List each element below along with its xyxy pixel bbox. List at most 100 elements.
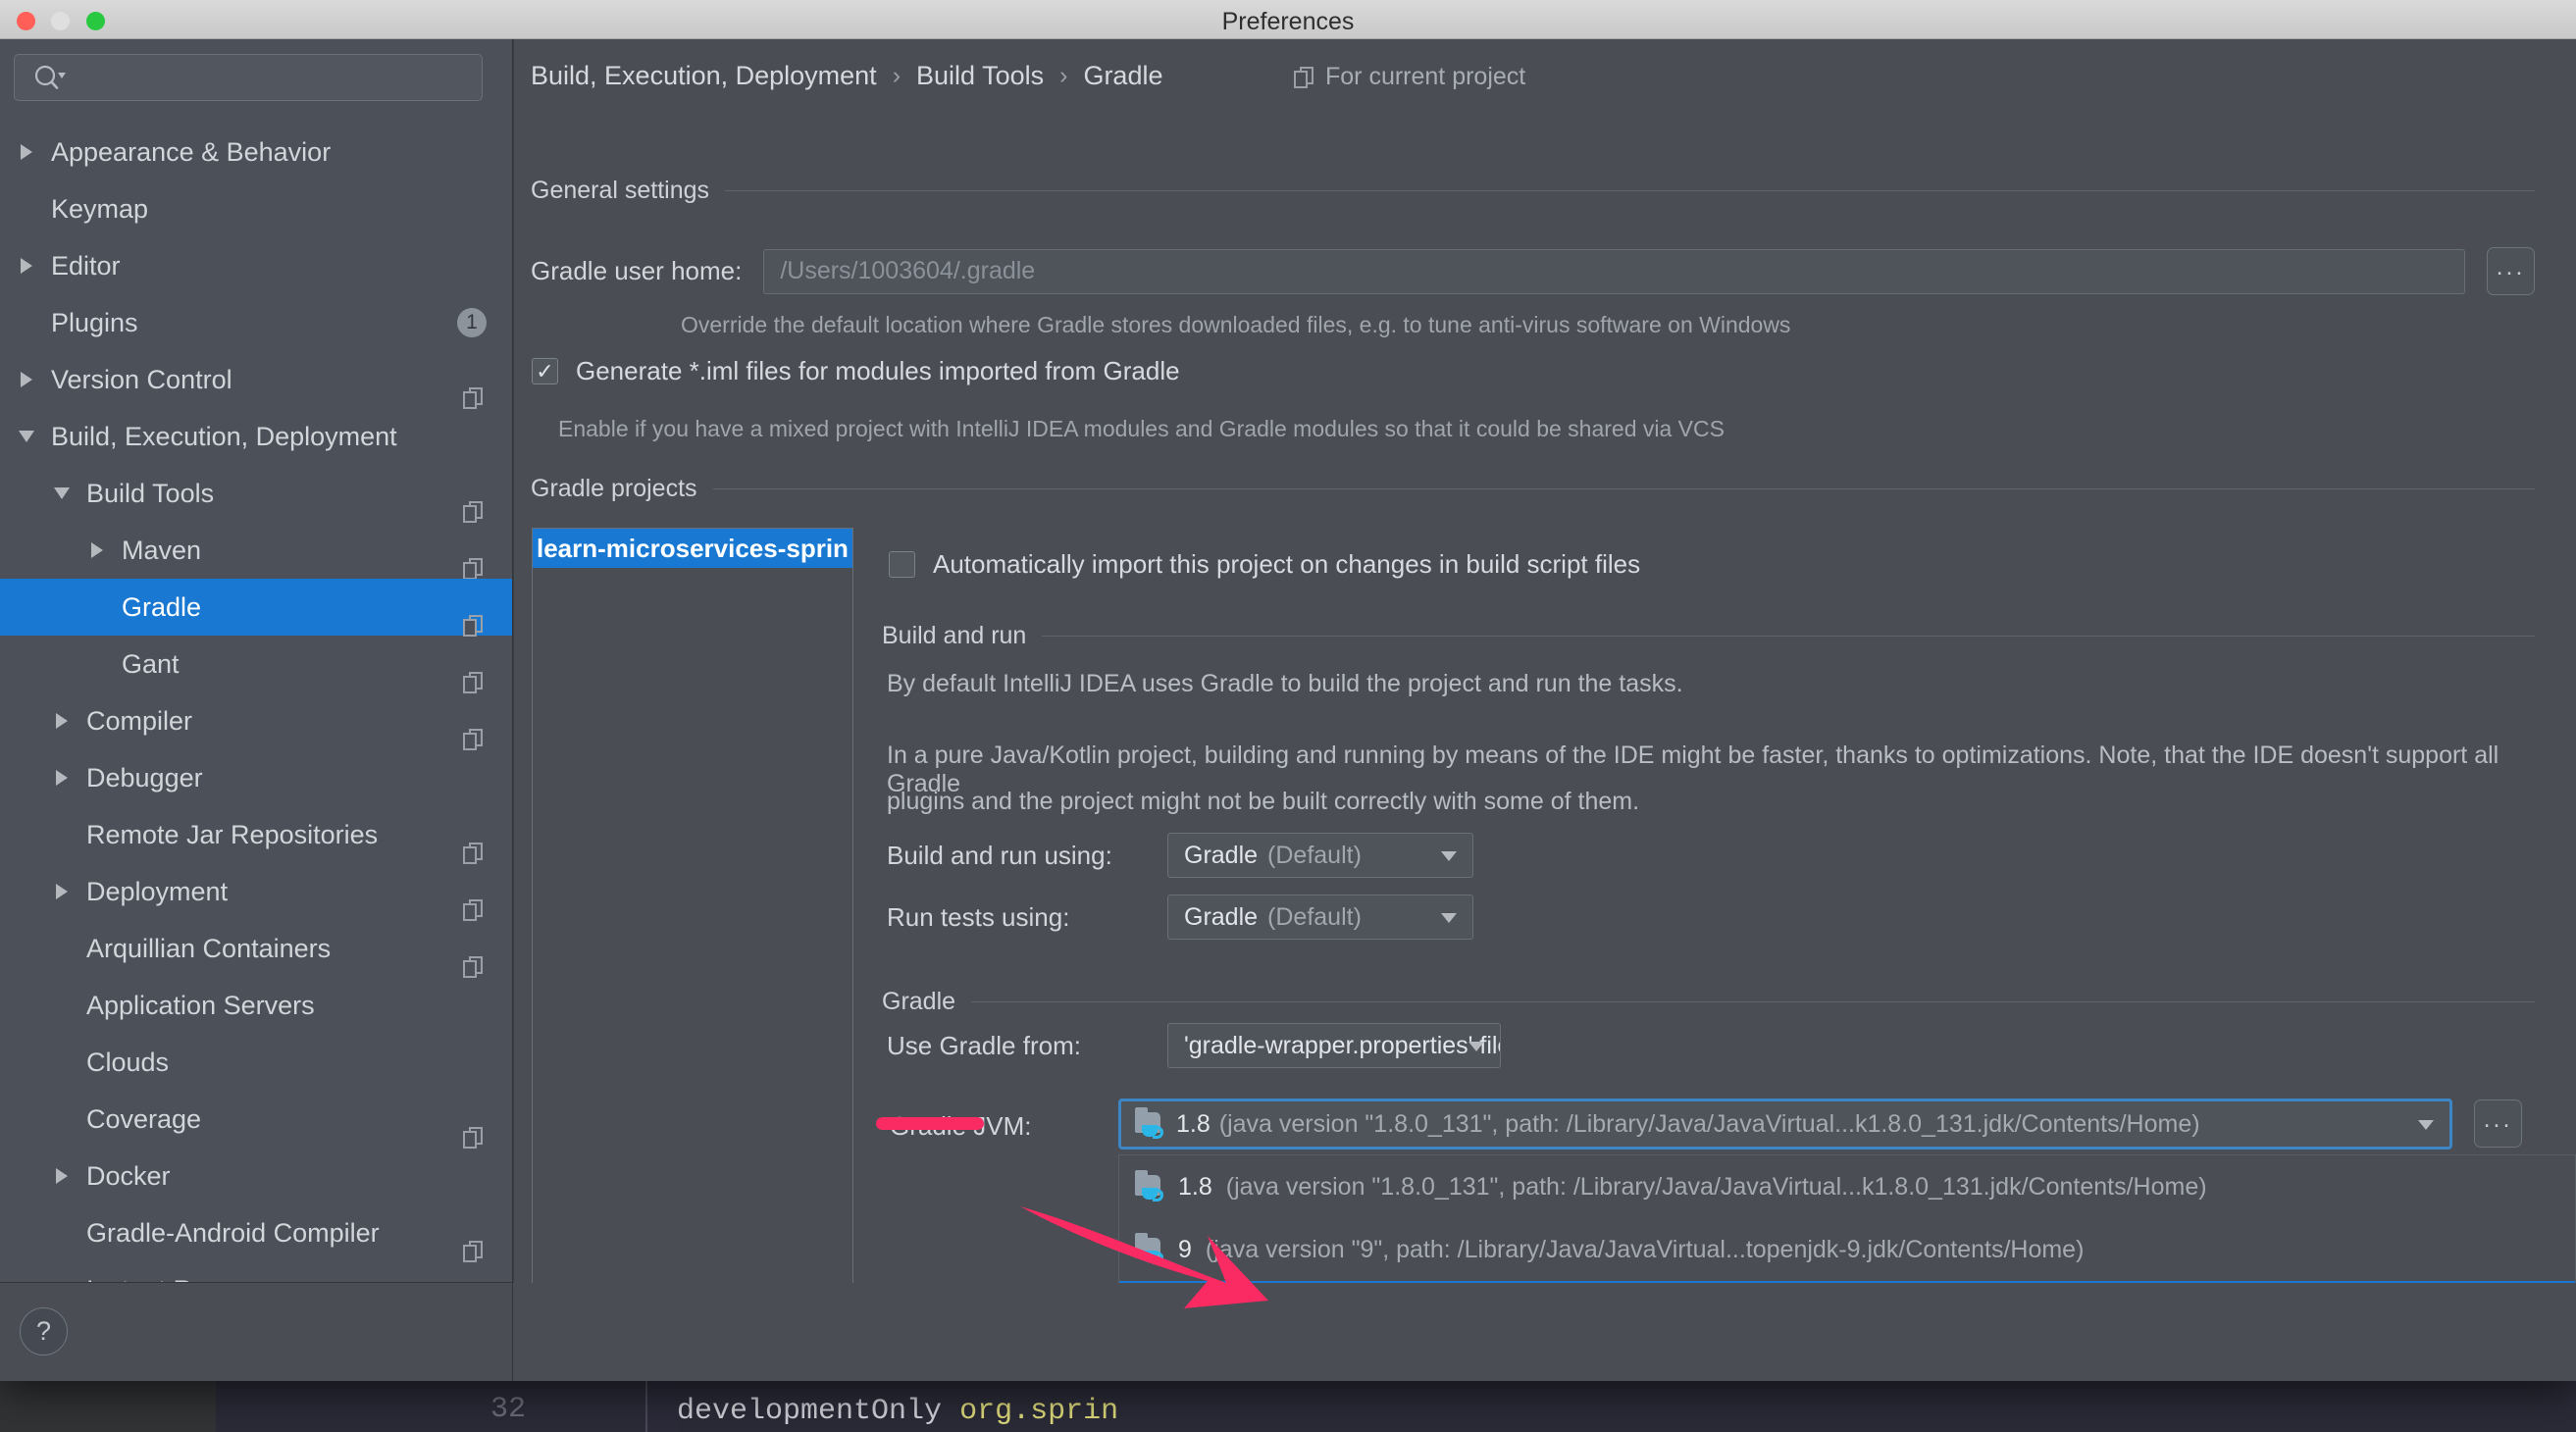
gradle-jvm-option[interactable]: 9 (java version "9", path: /Library/Java/… xyxy=(1119,1218,2575,1281)
sidebar-item-label: Compiler xyxy=(86,705,193,736)
help-button[interactable]: ? xyxy=(20,1307,68,1355)
sidebar-item-editor[interactable]: Editor xyxy=(0,237,512,294)
sidebar-item-label: Build, Execution, Deployment xyxy=(51,421,397,451)
copy-settings-icon xyxy=(463,558,483,580)
sidebar-item-label: Maven xyxy=(122,535,202,565)
annotation-underline xyxy=(876,1117,984,1130)
sidebar-item-gradle-android-compiler[interactable]: Gradle-Android Compiler xyxy=(0,1204,512,1262)
use-gradle-from-select[interactable]: 'gradle-wrapper.properties' file xyxy=(1167,1023,1501,1068)
sidebar-item-coverage[interactable]: Coverage xyxy=(0,1091,512,1149)
preferences-body: Appearance & Behavior Keymap Editor Plugins… xyxy=(0,39,2576,1381)
sidebar-item-gant[interactable]: Gant xyxy=(0,636,512,693)
sidebar-item-application-servers[interactable]: Application Servers xyxy=(0,977,512,1034)
sidebar-item-build-execution-deployment[interactable]: Build, Execution, Deployment xyxy=(0,408,512,465)
chevron-down-icon[interactable] xyxy=(14,408,39,465)
gradle-user-home-browse-button[interactable]: ... xyxy=(2487,247,2535,295)
copy-settings-icon xyxy=(463,899,483,921)
gradle-jvm-dropdown[interactable]: 1.8 (java version "1.8.0_131", path: /Lib… xyxy=(1118,1154,2576,1283)
chevron-down-icon xyxy=(1468,1042,1484,1051)
sidebar-item-label: Deployment xyxy=(86,876,229,906)
chevron-right-icon[interactable] xyxy=(49,1148,75,1204)
jdk-folder-icon xyxy=(1135,1170,1164,1202)
annotation-arrow-icon xyxy=(1020,1206,1268,1308)
section-divider xyxy=(971,1001,2535,1002)
sidebar-item-gradle[interactable]: Gradle xyxy=(0,579,512,637)
gradle-jvm-option-name: 1.8 xyxy=(1178,1172,1212,1201)
gradle-section-header: Gradle xyxy=(882,988,2535,1016)
chevron-right-icon[interactable] xyxy=(49,692,75,749)
sidebar-item-remote-jar-repositories[interactable]: Remote Jar Repositories xyxy=(0,806,512,864)
settings-tree[interactable]: Appearance & Behavior Keymap Editor Plugins… xyxy=(0,124,512,1283)
breadcrumb-part-2[interactable]: Build Tools xyxy=(916,61,1044,91)
chevron-down-icon[interactable] xyxy=(49,465,75,522)
sidebar-item-build-tools[interactable]: Build Tools xyxy=(0,465,512,523)
generate-iml-checkbox[interactable] xyxy=(532,358,558,384)
gradle-user-home-input[interactable]: /Users/1003604/.gradle xyxy=(763,248,2465,294)
jdk-folder-icon xyxy=(1135,1107,1164,1139)
sidebar-item-label: Gant xyxy=(122,648,180,679)
copy-settings-icon xyxy=(463,1241,483,1262)
run-tests-using-select[interactable]: Gradle (Default) xyxy=(1167,895,1473,940)
gradle-user-home-label: Gradle user home: xyxy=(531,256,743,285)
run-tests-using-row: Run tests using: Gradle (Default) xyxy=(887,895,1473,940)
settings-content-pane: Build, Execution, Deployment › Build Too… xyxy=(514,39,2576,1283)
gradle-user-home-hint: Override the default location where Grad… xyxy=(681,312,1791,337)
sidebar-item-label: Remote Jar Repositories xyxy=(86,819,379,849)
build-run-paragraph-3: plugins and the project might not be bui… xyxy=(887,788,1640,815)
auto-import-row[interactable]: Automatically import this project on cha… xyxy=(889,549,1640,580)
sidebar-item-debugger[interactable]: Debugger xyxy=(0,749,512,806)
breadcrumb-separator-icon: › xyxy=(892,62,902,89)
gradle-project-list-item[interactable]: learn-microservices-sprin xyxy=(533,529,852,568)
chevron-right-icon[interactable] xyxy=(49,863,75,920)
chevron-right-icon[interactable] xyxy=(84,522,110,579)
build-and-run-title: Build and run xyxy=(882,622,1027,649)
sidebar-item-label: Build Tools xyxy=(86,478,215,508)
preferences-window: Preferences Appearance & Behavior Keymap E… xyxy=(0,0,2576,1381)
gradle-projects-list[interactable]: learn-microservices-sprin xyxy=(532,528,853,1283)
sidebar-item-plugins[interactable]: Plugins 1 xyxy=(0,294,512,351)
gradle-jvm-option[interactable]: 1.8 (java version "1.8.0_131", path: /Lib… xyxy=(1119,1155,2575,1218)
section-divider xyxy=(1042,636,2535,637)
editor-line-number: 32 xyxy=(490,1393,527,1426)
chevron-right-icon[interactable] xyxy=(14,237,39,294)
copy-settings-icon xyxy=(463,615,483,637)
sidebar-item-arquillian-containers[interactable]: Arquillian Containers xyxy=(0,920,512,978)
copy-settings-icon xyxy=(463,387,483,409)
copy-settings-icon xyxy=(1294,66,1314,88)
section-divider xyxy=(712,488,2535,489)
sidebar-item-clouds[interactable]: Clouds xyxy=(0,1034,512,1091)
gradle-jvm-select[interactable]: 1.8 (java version "1.8.0_131", path: /Li… xyxy=(1118,1099,2452,1150)
generate-iml-hint: Enable if you have a mixed project with … xyxy=(558,416,1725,441)
chevron-right-icon[interactable] xyxy=(49,749,75,806)
search-container xyxy=(0,39,512,101)
search-icon xyxy=(32,63,66,92)
sidebar-item-maven[interactable]: Maven xyxy=(0,522,512,580)
copy-settings-icon xyxy=(463,956,483,978)
settings-sidebar: Appearance & Behavior Keymap Editor Plugins… xyxy=(0,39,513,1381)
sidebar-item-docker[interactable]: Docker xyxy=(0,1148,512,1204)
sidebar-item-appearance-behavior[interactable]: Appearance & Behavior xyxy=(0,124,512,180)
sidebar-item-keymap[interactable]: Keymap xyxy=(0,180,512,237)
sidebar-item-label: Plugins xyxy=(51,307,138,337)
auto-import-checkbox[interactable] xyxy=(889,551,915,578)
generate-iml-row[interactable]: Generate *.iml files for modules importe… xyxy=(532,356,1180,386)
chevron-right-icon[interactable] xyxy=(14,124,39,180)
sidebar-item-deployment[interactable]: Deployment xyxy=(0,863,512,921)
build-run-using-value-default: (Default) xyxy=(1267,841,1362,869)
chevron-down-icon xyxy=(1441,913,1457,923)
editor-code-line: developmentOnly org.sprin xyxy=(677,1395,1118,1428)
gradle-projects-title: Gradle projects xyxy=(531,475,697,502)
build-and-run-header: Build and run xyxy=(882,622,2535,650)
gradle-jvm-browse-button[interactable]: ... xyxy=(2474,1100,2522,1148)
sidebar-item-label: Docker xyxy=(86,1160,171,1191)
breadcrumb-part-3[interactable]: Gradle xyxy=(1083,61,1162,91)
sidebar-item-instant-run[interactable]: Instant Run xyxy=(0,1261,512,1284)
build-run-using-label: Build and run using: xyxy=(887,840,1112,870)
sidebar-item-compiler[interactable]: Compiler xyxy=(0,692,512,750)
sidebar-item-label: Application Servers xyxy=(86,990,315,1020)
search-input[interactable] xyxy=(14,54,483,101)
sidebar-item-version-control[interactable]: Version Control xyxy=(0,351,512,409)
build-run-using-select[interactable]: Gradle (Default) xyxy=(1167,833,1473,878)
chevron-right-icon[interactable] xyxy=(14,351,39,408)
breadcrumb-part-1[interactable]: Build, Execution, Deployment xyxy=(531,61,877,91)
